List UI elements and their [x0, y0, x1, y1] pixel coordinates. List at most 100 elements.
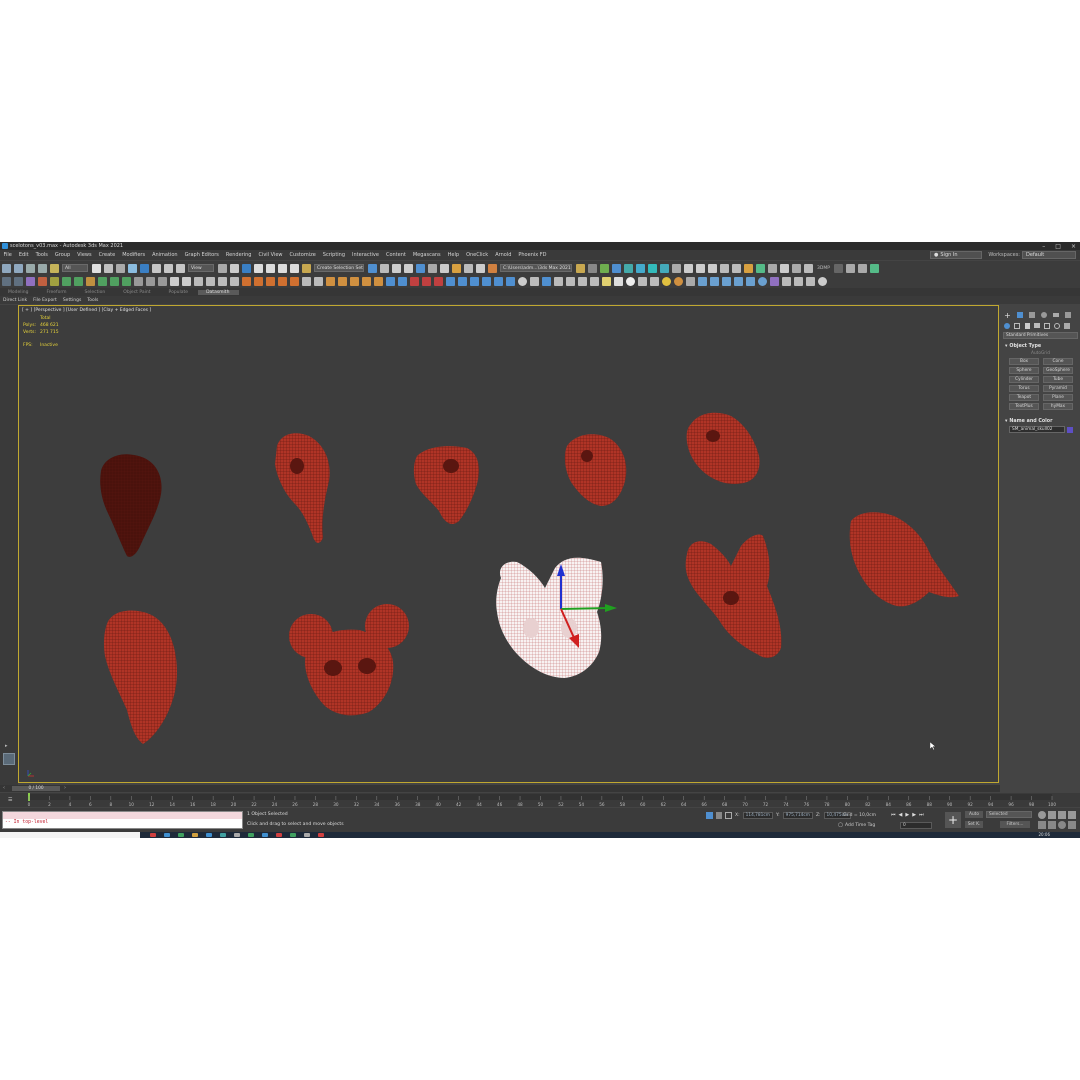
tool-j-icon[interactable] [109, 277, 119, 286]
zoom-all-icon[interactable] [1048, 811, 1056, 819]
tool-ao-icon[interactable] [577, 277, 587, 286]
tool-aj-icon[interactable] [505, 277, 515, 286]
rect-region-icon[interactable] [115, 263, 125, 273]
taskbar-app-5-icon[interactable] [206, 833, 212, 837]
time-slider[interactable]: ‹ 0 / 100 › [0, 785, 1000, 792]
tool-bh-icon[interactable] [817, 277, 827, 286]
angle-snap-icon[interactable] [265, 263, 275, 273]
menu-phoenix-fd[interactable]: Phoenix FD [515, 252, 550, 258]
plugin-k-icon[interactable] [743, 263, 753, 273]
reference-coord-dropdown[interactable]: View [188, 264, 214, 272]
primitive-cylinder-button[interactable]: Cylinder [1009, 376, 1039, 383]
tool-k-icon[interactable] [121, 277, 131, 286]
menu-interactive[interactable]: Interactive [349, 252, 383, 258]
tool-am-icon[interactable] [553, 277, 563, 286]
menu-megascans[interactable]: Megascans [409, 252, 444, 258]
menu-tools[interactable]: Tools [32, 252, 51, 258]
panel-icon[interactable] [611, 263, 621, 273]
tool-x-icon[interactable] [361, 277, 371, 286]
helpers-icon[interactable] [1043, 322, 1051, 329]
tool-l-icon[interactable] [133, 277, 143, 286]
stop-icon[interactable] [181, 277, 191, 286]
taskbar-app-6-icon[interactable] [220, 833, 226, 837]
tool-bg-icon[interactable] [805, 277, 815, 286]
plugin-e-icon[interactable] [671, 263, 681, 273]
scene-explorer-icon[interactable] [391, 263, 401, 273]
primitive-box-button[interactable]: Box [1009, 358, 1039, 365]
redo-icon[interactable] [13, 263, 23, 273]
plugin-s-icon[interactable] [858, 263, 868, 273]
tool-y-icon[interactable] [373, 277, 383, 286]
tool-h-icon[interactable] [85, 277, 95, 286]
current-frame-field[interactable]: 0 [900, 822, 932, 829]
taskbar-app-9-icon[interactable] [262, 833, 268, 837]
shapes-icon[interactable] [1013, 322, 1021, 329]
key-filter-dropdown[interactable]: Selected [986, 811, 1032, 818]
menu-content[interactable]: Content [382, 252, 409, 258]
key-filters-button[interactable]: Filters... [1000, 821, 1030, 828]
tool-av-icon[interactable] [673, 277, 683, 286]
name-color-title[interactable]: ▾ Name and Color [1003, 417, 1078, 426]
taskbar-app-2-icon[interactable] [164, 833, 170, 837]
skull-mesh-6[interactable] [849, 512, 959, 607]
taskbar-app-13-icon[interactable] [318, 833, 324, 837]
taskbar-app-4-icon[interactable] [192, 833, 198, 837]
tool-a-icon[interactable] [1, 277, 11, 286]
plugin-c-icon[interactable] [647, 263, 657, 273]
skull-mesh-1[interactable] [100, 454, 162, 557]
tool-w-icon[interactable] [349, 277, 359, 286]
tool-g-icon[interactable] [73, 277, 83, 286]
fire-e-icon[interactable] [289, 277, 299, 286]
move-icon[interactable] [139, 263, 149, 273]
ribbon-item-tools[interactable]: Tools [84, 298, 101, 303]
primitive-pyramid-button[interactable]: Pyramid [1043, 385, 1073, 392]
toggle-ribbon-icon[interactable] [415, 263, 425, 273]
sign-in-dropdown[interactable]: ● Sign In [930, 251, 982, 259]
add-time-tag[interactable]: ◯ Add Time Tag [838, 823, 875, 828]
maxscript-listener[interactable]: -- In top-level [2, 811, 243, 829]
tool-n-icon[interactable] [157, 277, 167, 286]
time-slider-thumb[interactable]: 0 / 100 [12, 786, 60, 791]
set-key-button[interactable]: Set K. [965, 821, 983, 828]
expand-arrow-icon[interactable]: ▸ [5, 743, 8, 749]
tool-s-icon[interactable] [301, 277, 311, 286]
zoom-extents-all-icon[interactable] [1068, 811, 1076, 819]
tool-u-icon[interactable] [325, 277, 335, 286]
named-selection-dropdown[interactable]: Create Selection Set [314, 264, 364, 272]
tool-ak-icon[interactable] [529, 277, 539, 286]
fire-a-icon[interactable] [241, 277, 251, 286]
menu-views[interactable]: Views [74, 252, 95, 258]
tool-aw-icon[interactable] [685, 277, 695, 286]
motion-tab-icon[interactable] [1039, 311, 1048, 319]
tool-af-icon[interactable] [457, 277, 467, 286]
plugin-j-icon[interactable] [731, 263, 741, 273]
primitive-geosphere-button[interactable]: GeoSphere [1043, 367, 1073, 374]
primitive-torus-button[interactable]: Torus [1009, 385, 1039, 392]
tool-aa-icon[interactable] [397, 277, 407, 286]
tool-r-icon[interactable] [229, 277, 239, 286]
taskbar-app-7-icon[interactable] [234, 833, 240, 837]
x-coordinate-field[interactable]: 114,781cm [742, 812, 773, 819]
fire-c-icon[interactable] [265, 277, 275, 286]
zoom-icon[interactable] [1038, 811, 1046, 819]
tool-az-icon[interactable] [721, 277, 731, 286]
material-editor-icon[interactable] [451, 263, 461, 273]
plugin-a-icon[interactable] [623, 263, 633, 273]
fov-icon[interactable] [1038, 821, 1046, 829]
tool-aq-icon[interactable] [601, 277, 611, 286]
lights-icon[interactable] [1023, 322, 1031, 329]
close-icon[interactable]: × [1071, 243, 1076, 250]
absolute-mode-icon[interactable] [725, 812, 732, 819]
overflow-icon[interactable] [587, 263, 597, 273]
plugin-h-icon[interactable] [707, 263, 717, 273]
modify-tab-icon[interactable] [1015, 311, 1024, 319]
menu-create[interactable]: Create [95, 252, 119, 258]
primitive-textplus-button[interactable]: TextPlus [1009, 403, 1039, 410]
goto-end-icon[interactable]: ⏭ [919, 812, 924, 818]
window-crossing-icon[interactable] [127, 263, 137, 273]
keyboard-shortcut-icon[interactable] [241, 263, 251, 273]
menu-help[interactable]: Help [444, 252, 462, 258]
tool-i-icon[interactable] [97, 277, 107, 286]
tool-al-icon[interactable] [541, 277, 551, 286]
3dmp-label[interactable]: 3DMP [817, 266, 830, 271]
